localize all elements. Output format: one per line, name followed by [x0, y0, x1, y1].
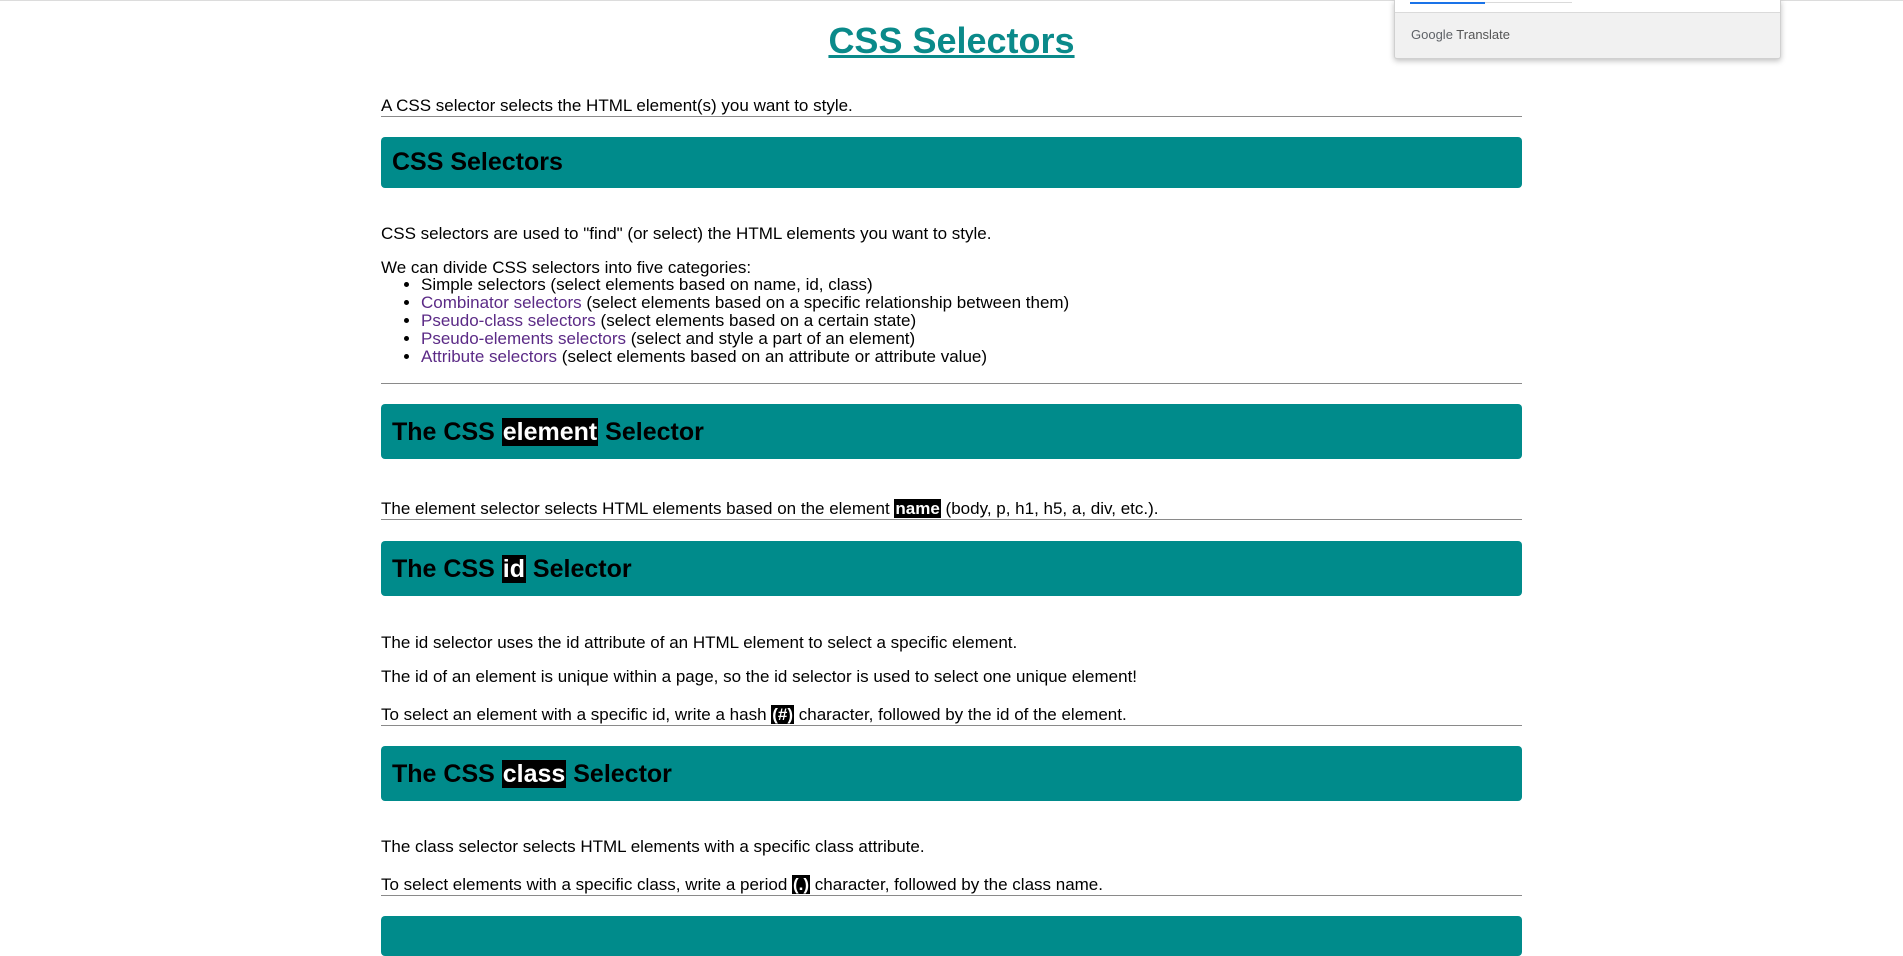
divider [381, 519, 1522, 520]
translate-tab-bar [1395, 0, 1780, 13]
google-translate-popup: Google Translate [1394, 0, 1781, 59]
divider [381, 895, 1522, 896]
list-item-text: (select elements based on an attribute o… [557, 347, 988, 366]
list-item-text: (select and style a part of an element) [626, 329, 916, 348]
google-logo-text: Google [1411, 27, 1453, 42]
list-item-text: Simple selectors (select elements based … [421, 275, 873, 294]
paragraph: The element selector selects HTML elemen… [381, 499, 1159, 518]
list-item-text: (select elements based on a specific rel… [581, 293, 1070, 312]
google-translate-brand[interactable]: Google Translate [1411, 27, 1510, 42]
list-item: Simple selectors (select elements based … [421, 276, 1069, 294]
paragraph: The class selector selects HTML elements… [381, 837, 925, 856]
list-item: Attribute selectors (select elements bas… [421, 348, 1069, 366]
paragraph: The id of an element is unique within a … [381, 667, 1138, 686]
section-heading-class-selector: The CSS class Selector [381, 746, 1522, 801]
combinator-selectors-link[interactable]: Combinator selectors [421, 293, 582, 312]
intro-text: A CSS selector selects the HTML element(… [381, 96, 853, 115]
section-heading-css-selectors: CSS Selectors [381, 137, 1522, 188]
code-highlight: element [501, 418, 599, 446]
divider [381, 383, 1522, 384]
section-heading-element-selector: The CSS element Selector [381, 404, 1522, 459]
translate-label: Translate [1452, 27, 1511, 42]
section-heading-id-selector: The CSS id Selector [381, 541, 1522, 596]
section-heading-text: The CSS id Selector [392, 555, 632, 583]
code-highlight: id [501, 555, 526, 583]
section-heading-next [381, 916, 1522, 956]
paragraph: CSS selectors are used to "find" (or sel… [381, 224, 992, 243]
code-highlight: name [894, 499, 941, 518]
divider [381, 116, 1522, 117]
active-tab-indicator [1410, 2, 1485, 4]
code-highlight: (#) [771, 705, 795, 724]
paragraph: The id selector uses the id attribute of… [381, 633, 1018, 652]
paragraph: To select elements with a specific class… [381, 875, 1103, 894]
list-item: Combinator selectors (select elements ba… [421, 294, 1069, 312]
attribute-selectors-link[interactable]: Attribute selectors [421, 347, 557, 366]
section-heading-text: CSS Selectors [392, 148, 563, 176]
section-heading-text: The CSS element Selector [392, 418, 704, 446]
list-item: Pseudo-class selectors (select elements … [421, 312, 1069, 330]
code-highlight: class [501, 760, 567, 788]
divider [381, 725, 1522, 726]
page-title[interactable]: CSS Selectors [381, 20, 1522, 62]
pseudo-elements-selectors-link[interactable]: Pseudo-elements selectors [421, 329, 626, 348]
list-item: Pseudo-elements selectors (select and st… [421, 330, 1069, 348]
list-item-text: (select elements based on a certain stat… [595, 311, 917, 330]
section-heading-text: The CSS class Selector [392, 760, 672, 788]
paragraph: To select an element with a specific id,… [381, 705, 1127, 724]
code-highlight: (.) [792, 875, 811, 894]
tab-divider [1485, 2, 1572, 3]
pseudo-class-selectors-link[interactable]: Pseudo-class selectors [421, 311, 596, 330]
selector-categories-list: Simple selectors (select elements based … [381, 276, 1069, 366]
